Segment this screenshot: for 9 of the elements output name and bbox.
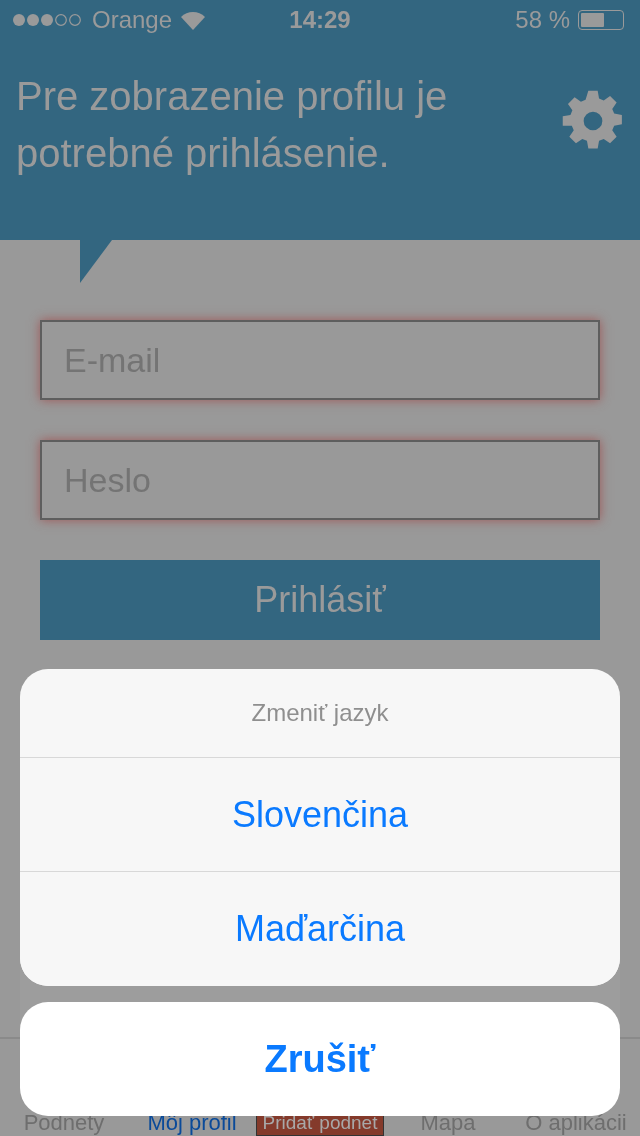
carrier-name: Orange <box>92 5 173 35</box>
login-required-message: Pre zobrazenie profilu je potrebné prihlásenie. <box>16 73 449 177</box>
battery-icon <box>578 10 624 30</box>
signal-icon <box>12 13 84 27</box>
wifi-icon <box>180 10 207 30</box>
cancel-button[interactable]: Zrušiť <box>20 1002 620 1116</box>
status-time: 14:29 <box>289 5 351 35</box>
battery-percent: 58 % <box>515 5 570 35</box>
login-button[interactable]: Prihlásiť <box>40 560 600 640</box>
